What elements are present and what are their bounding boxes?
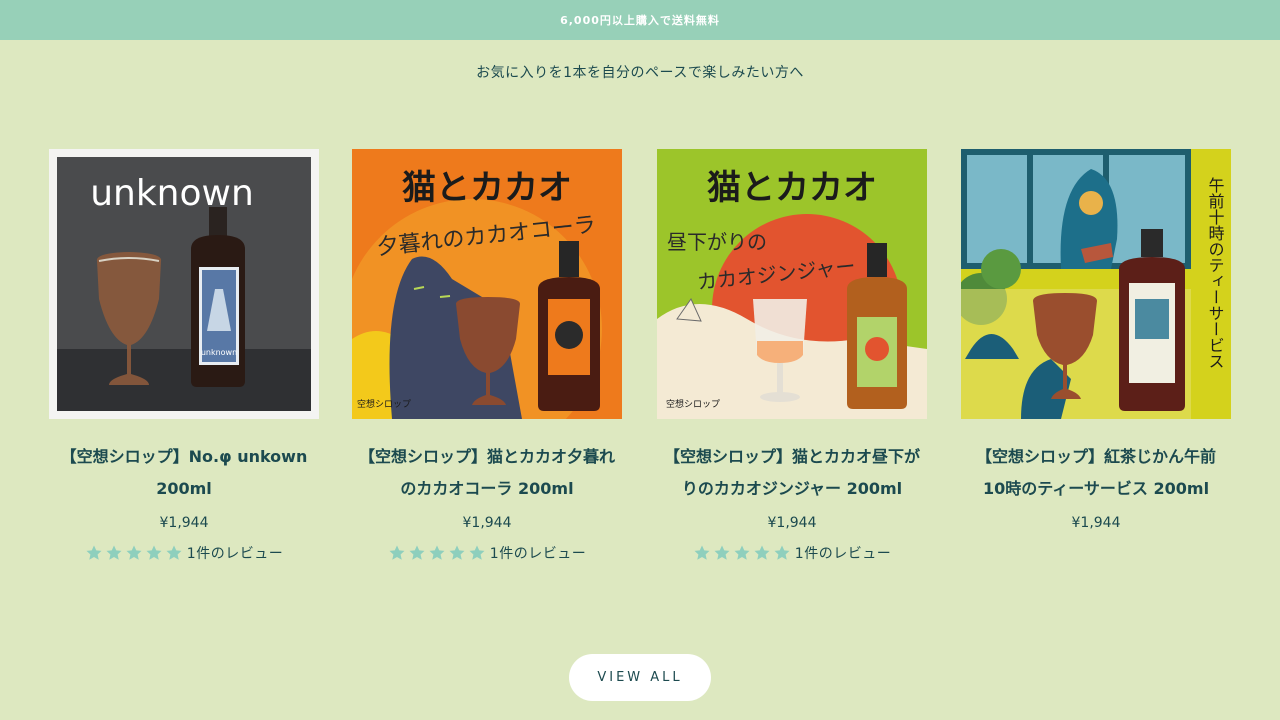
image-headline: 猫とカカオ: [402, 168, 572, 208]
product-price: ¥1,944: [1071, 515, 1121, 531]
star-icon: [469, 545, 485, 560]
product-card-unknown[interactable]: unknown unknown 【空想シロップ】No.φ unkown 200m…: [48, 149, 320, 563]
star-icon: [714, 545, 730, 560]
product-image-cacao-ginger[interactable]: 猫とカカオ 昼下がりの カカオジンジャー 空想シロップ: [657, 149, 927, 419]
vertical-image-text: 午前十時のティーサービス: [1206, 177, 1225, 369]
review-summary[interactable]: 1件のレビュー: [693, 543, 891, 563]
review-summary[interactable]: 1件のレビュー: [85, 543, 283, 563]
product-price: ¥1,944: [159, 515, 209, 531]
image-headline: 猫とカカオ: [707, 168, 877, 208]
image-subline-1: 昼下がりの: [667, 230, 767, 254]
announcement-text: 6,000円以上購入で送料無料: [560, 14, 720, 27]
view-all-button[interactable]: VIEW ALL: [569, 654, 711, 701]
product-title[interactable]: 【空想シロップ】No.φ unkown 200ml: [54, 441, 314, 505]
announcement-bar: 6,000円以上購入で送料無料: [0, 0, 1280, 40]
product-image-unknown[interactable]: unknown unknown: [49, 149, 319, 419]
star-icon: [106, 545, 122, 560]
review-count: 1件のレビュー: [489, 546, 587, 562]
star-icon: [774, 545, 790, 560]
star-icon: [146, 545, 162, 560]
product-price: ¥1,944: [767, 515, 817, 531]
star-icon: [389, 545, 405, 560]
brand-text: 空想シロップ: [666, 398, 720, 410]
review-count: 1件のレビュー: [794, 546, 892, 562]
product-title[interactable]: 【空想シロップ】紅茶じかん午前 10時のティーサービス 200ml: [966, 441, 1226, 505]
star-icon: [734, 545, 750, 560]
star-icon: [126, 545, 142, 560]
star-icon: [409, 545, 425, 560]
star-icon: [429, 545, 445, 560]
product-image-cacao-cola[interactable]: 猫とカカオ 夕暮れのカカオコーラ 空想シロップ: [352, 149, 622, 419]
brand-text: 空想シロップ: [357, 398, 411, 410]
section-subtitle: お気に入りを1本を自分のペースで楽しみたい方へ: [476, 65, 804, 81]
review-summary[interactable]: 1件のレビュー: [388, 543, 586, 563]
star-icon: [754, 545, 770, 560]
image-headline: unknown: [90, 173, 254, 214]
star-icon: [166, 545, 182, 560]
product-card-cacao-ginger[interactable]: 猫とカカオ 昼下がりの カカオジンジャー 空想シロップ 【空想シロップ】猫とカカ…: [656, 149, 928, 563]
product-title[interactable]: 【空想シロップ】猫とカカオ昼下がりのカカオジンジャー 200ml: [662, 441, 922, 505]
product-image-tea-service[interactable]: 午前十時のティーサービス: [961, 149, 1231, 419]
product-title[interactable]: 【空想シロップ】猫とカカオ夕暮れのカカオコーラ 200ml: [357, 441, 617, 505]
review-count: 1件のレビュー: [186, 546, 284, 562]
star-icon: [86, 545, 102, 560]
star-icon: [694, 545, 710, 560]
product-card-cacao-cola[interactable]: 猫とカカオ 夕暮れのカカオコーラ 空想シロップ 【空想シロップ】猫とカカオ夕暮れ…: [351, 149, 623, 563]
bottle-label-text: unknown: [201, 348, 237, 357]
product-price: ¥1,944: [462, 515, 512, 531]
star-icon: [449, 545, 465, 560]
product-card-tea-service[interactable]: 午前十時のティーサービス 【空想シロップ】紅茶じかん午前 10時のティーサービス…: [960, 149, 1232, 531]
